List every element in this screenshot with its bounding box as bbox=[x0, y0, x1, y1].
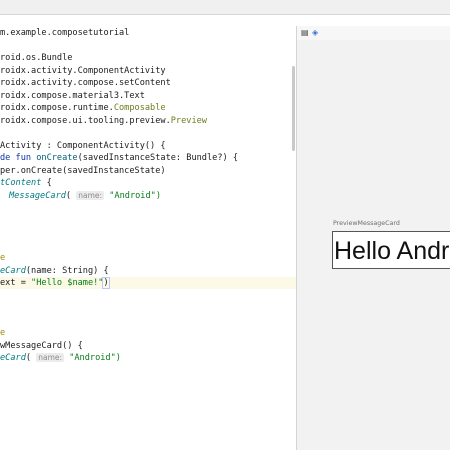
code-line-import-preview: roidx.compose.ui.tooling.preview.Preview bbox=[0, 115, 207, 126]
code-line-annotation-2: e bbox=[0, 328, 6, 338]
code-line-preview-call: eCard( name: "Android") bbox=[0, 353, 121, 363]
code-line-messagecard-call: MessageCard( name: "Android") bbox=[9, 190, 161, 201]
ide-window: m.example.composetutorial roid.os.Bundle… bbox=[0, 0, 450, 450]
code-line-messagecard-decl: eCard(name: String) { bbox=[0, 265, 109, 276]
code-line-text-call: ext = "Hello $name!") bbox=[0, 277, 296, 290]
code-line-preview-decl: wMessageCard() { bbox=[0, 340, 83, 351]
top-tab-strip bbox=[0, 0, 450, 15]
code-line-oncreate: de fun onCreate(savedInstanceState: Bund… bbox=[0, 153, 239, 163]
editor-scrollbar[interactable] bbox=[292, 66, 295, 151]
param-hint: name: bbox=[36, 353, 65, 362]
code-line-class-decl: Activity : ComponentActivity() { bbox=[0, 140, 166, 151]
code-line-import-composable: roidx.compose.runtime.Composable bbox=[0, 103, 166, 113]
code-line-package: m.example.composetutorial bbox=[0, 28, 130, 38]
component-tree-icon[interactable]: ◈ bbox=[312, 28, 318, 38]
code-line-super-oncreate: per.onCreate(savedInstanceState) bbox=[0, 165, 166, 176]
editor-header bbox=[0, 15, 450, 26]
code-line-import-activity: roidx.activity.ComponentActivity bbox=[0, 65, 166, 76]
preview-toolbar bbox=[297, 26, 450, 40]
preview-render[interactable]: Hello Android bbox=[332, 231, 450, 269]
code-editor[interactable]: m.example.composetutorial roid.os.Bundle… bbox=[0, 26, 296, 450]
param-hint: name: bbox=[76, 190, 105, 200]
preview-text: Hello Android bbox=[334, 237, 450, 265]
code-line-annotation: e bbox=[0, 253, 6, 263]
layout-icon[interactable]: ▤ bbox=[301, 28, 309, 38]
code-line-import-bundle: roid.os.Bundle bbox=[0, 53, 73, 63]
code-line-import-text: roidx.compose.material3.Text bbox=[0, 90, 145, 101]
code-line-import-setcontent: roidx.activity.compose.setContent bbox=[0, 78, 171, 88]
code-line-setcontent: tContent { bbox=[0, 178, 52, 188]
preview-name-label: PreviewMessageCard bbox=[333, 220, 400, 227]
